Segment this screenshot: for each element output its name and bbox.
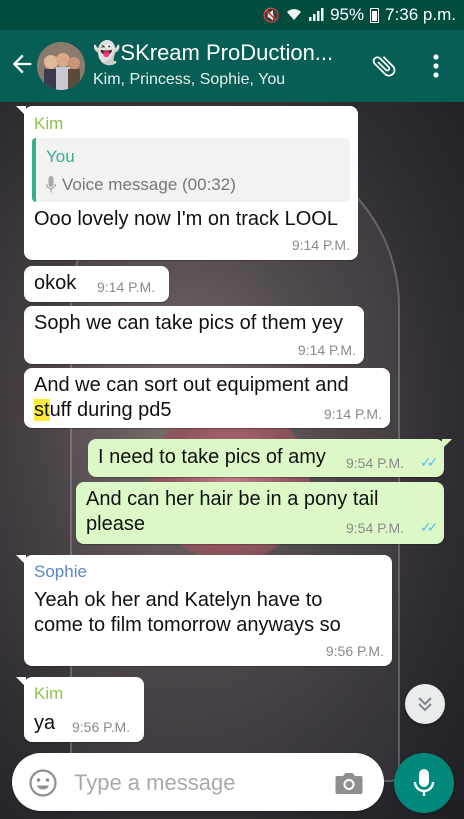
quoted-message[interactable]: You Voice message (00:32) [32,138,350,202]
group-avatar[interactable] [37,42,85,90]
message-bubble[interactable]: And we can sort out equipment and stuff … [24,368,390,428]
message-line: uff during pd5 [49,399,172,421]
clock: 7:36 p.m. [385,5,456,24]
message-bubble[interactable]: I need to take pics of amy 9:54 P.M. ✓✓ [88,439,452,477]
message-text: And can her hair be in a pony tail pleas… [86,487,378,537]
message-bubble[interactable]: Kim You Voice message (00:32) Ooo lovely… [16,106,358,260]
mute-icon: 🔇 [262,6,281,23]
group-title[interactable]: 👻SKream ProDuction... [93,40,333,66]
message-line: And we can sort out equipment and [34,374,349,396]
microphone-icon [413,769,435,796]
message-time: 9:56 P.M. [72,719,131,735]
message-text: ya [34,712,56,734]
message-composer[interactable]: Type a message [12,753,384,811]
highlighted-text: st [34,399,50,421]
camera-icon[interactable] [334,770,364,796]
message-time: 9:14 P.M. [297,342,356,358]
scroll-to-bottom-button[interactable] [405,684,445,724]
message-bubble[interactable]: Soph we can take pics of them yey 9:14 P… [24,306,364,364]
message-line: please [86,513,145,535]
message-text: Soph we can take pics of them yey [34,312,344,334]
message-time: 9:56 P.M. [325,643,384,659]
read-receipt-icon: ✓✓ [420,454,439,470]
message-bubble[interactable]: Kim ya 9:56 P.M. [16,677,144,742]
signal-icon [308,7,324,24]
chat-header: 👻SKream ProDuction... Kim, Princess, Sop… [0,30,464,102]
quote-text: Voice message (00:32) [62,175,236,194]
microphone-icon [46,176,56,193]
message-time: 9:54 P.M. [346,520,405,536]
message-time: 9:54 P.M. [346,455,405,471]
message-text: Ooo lovely now I'm on track LOOL [34,208,338,230]
message-bubble[interactable]: And can her hair be in a pony tail pleas… [76,482,444,544]
message-time: 9:14 P.M. [323,406,382,422]
message-bubble[interactable]: okok 9:14 P.M. [24,266,169,302]
battery-percent: 95% [330,5,365,24]
read-receipt-icon: ✓✓ [420,519,439,535]
message-bubble[interactable]: Sophie Yeah ok her and Katelyn have to c… [16,555,392,666]
message-text: And we can sort out equipment and stuff … [34,373,349,423]
status-bar: 🔇 95% 7:36 p.m. [0,0,464,30]
back-arrow-icon[interactable] [8,50,36,78]
message-input[interactable]: Type a message [74,770,235,796]
message-text: okok [34,272,77,294]
quote-sender: You [46,147,75,166]
sender-name: Kim [34,114,64,133]
emoji-icon[interactable] [28,768,58,798]
message-time: 9:14 P.M. [97,279,156,295]
more-options-icon[interactable] [426,52,446,80]
message-line: And can her hair be in a pony tail [86,488,379,510]
voice-record-button[interactable] [394,753,454,813]
wifi-icon [286,7,302,24]
battery-icon [370,7,380,23]
attach-icon[interactable] [370,52,398,80]
group-participants[interactable]: Kim, Princess, Sophie, You [93,71,285,89]
message-time: 9:14 P.M. [291,237,350,253]
message-line: come to film tomorrow anyways so [34,614,341,636]
message-text: I need to take pics of amy [98,446,326,468]
sender-name: Sophie [34,562,87,581]
message-text: Yeah ok her and Katelyn have to come to … [34,588,341,638]
message-line: Yeah ok her and Katelyn have to [34,589,323,611]
sender-name: Kim [34,684,64,703]
double-chevron-down-icon [418,697,432,712]
